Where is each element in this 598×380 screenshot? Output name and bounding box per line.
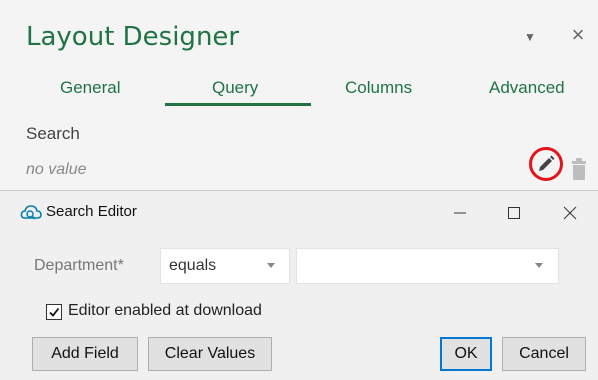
- operator-select[interactable]: equals: [160, 248, 290, 284]
- add-field-button[interactable]: Add Field: [32, 337, 138, 371]
- dialog-close-button[interactable]: [550, 199, 590, 227]
- minimize-button[interactable]: [440, 199, 480, 227]
- panel-options-button[interactable]: ▼: [518, 30, 542, 54]
- search-cloud-icon: [20, 205, 42, 220]
- search-label: Search: [26, 124, 80, 143]
- close-icon: [563, 206, 577, 220]
- dialog-titlebar: Search Editor: [0, 191, 598, 235]
- department-field-label: Department*: [34, 257, 124, 274]
- search-editor-dialog: Search Editor Department* equals Editor …: [0, 190, 598, 380]
- tab-query[interactable]: Query: [212, 78, 258, 98]
- close-icon: ×: [571, 22, 585, 47]
- chevron-down-icon: ▼: [524, 30, 536, 44]
- edit-search-button[interactable]: [529, 147, 563, 181]
- editor-enabled-checkbox[interactable]: [46, 304, 62, 320]
- cancel-button[interactable]: Cancel: [502, 337, 586, 371]
- delete-search-button[interactable]: [570, 157, 588, 181]
- editor-enabled-label[interactable]: Editor enabled at download: [68, 302, 262, 320]
- operator-value: equals: [169, 257, 217, 274]
- pencil-icon: [539, 155, 555, 171]
- department-value-select[interactable]: [296, 248, 559, 284]
- ok-button[interactable]: OK: [440, 337, 492, 371]
- layout-designer-panel: Layout Designer ▼ × General Query Column…: [0, 0, 598, 190]
- chevron-down-icon: [267, 263, 275, 268]
- panel-close-button[interactable]: ×: [566, 22, 590, 47]
- maximize-icon: [508, 207, 520, 219]
- search-value: no value: [26, 161, 87, 178]
- panel-title: Layout Designer: [26, 22, 240, 52]
- tab-general[interactable]: General: [60, 78, 120, 98]
- minimize-icon: [454, 212, 466, 214]
- active-tab-indicator: [165, 103, 311, 106]
- clear-values-button[interactable]: Clear Values: [148, 337, 272, 371]
- checkmark-icon: [49, 307, 60, 317]
- tab-columns[interactable]: Columns: [345, 78, 412, 98]
- tab-advanced[interactable]: Advanced: [489, 78, 565, 98]
- trash-icon: [572, 158, 586, 180]
- chevron-down-icon: [535, 263, 543, 268]
- maximize-button[interactable]: [494, 199, 534, 227]
- dialog-title: Search Editor: [46, 203, 137, 220]
